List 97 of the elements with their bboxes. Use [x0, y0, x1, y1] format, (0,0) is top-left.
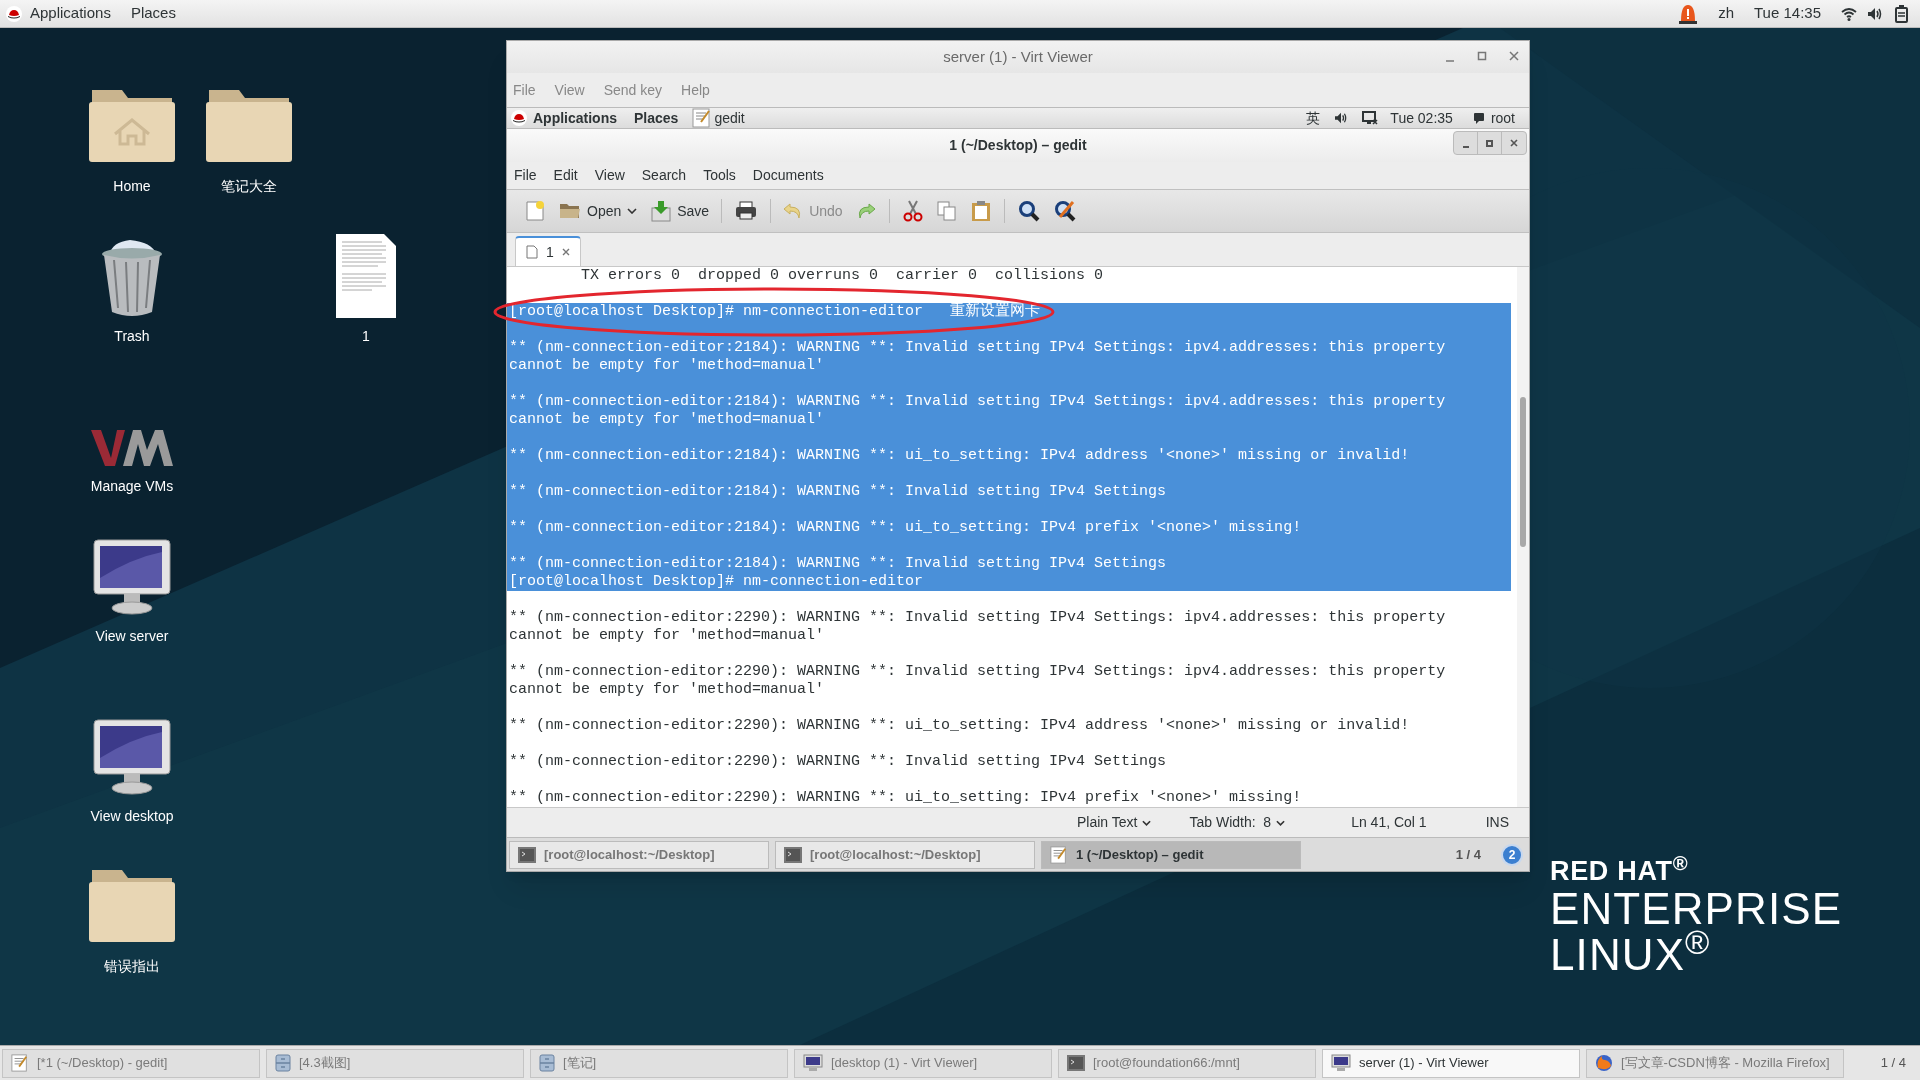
text-line: ** (nm-connection-editor:2290): WARNING **: Invalid setting IPv4 Settings [508, 753, 1167, 771]
monitor-icon [1331, 1054, 1351, 1072]
text-line: ** (nm-connection-editor:2184): WARNING **: ui_to_setting: IPv4 address '<none>' missing or invalid! [508, 447, 1410, 465]
menu-item[interactable]: View [594, 165, 625, 186]
caret-icon [1276, 819, 1286, 826]
insert-mode: INS [1485, 813, 1509, 832]
text-line: [root@localhost Desktop]# nm-connection-editor [508, 573, 924, 591]
window-title: 1 (~/Desktop) – gedit [949, 136, 1087, 155]
clock[interactable]: Tue 14:35 [1754, 2, 1821, 25]
workspace-pager[interactable]: 1 / 4 [1880, 1053, 1906, 1073]
save-icon [651, 200, 672, 222]
places-menu[interactable]: Places [130, 2, 176, 25]
close-icon[interactable] [1509, 49, 1519, 63]
taskbar-button[interactable]: [root@localhost:~/Desktop] [775, 840, 1035, 869]
monitor-icon [92, 538, 172, 618]
brand-text: RED HAT$^{®}$ [1550, 858, 1690, 885]
monitor-icon [92, 718, 172, 798]
print-icon[interactable] [735, 201, 758, 221]
menu-item[interactable]: File [514, 165, 537, 186]
text-line: ** (nm-connection-editor:2184): WARNING **: Invalid setting IPv4 Settings [508, 555, 1167, 573]
text-line: ** (nm-connection-editor:2290): WARNING **: ui_to_setting: IPv4 prefix '<none>' missing! [508, 789, 1302, 807]
tab-width-selector[interactable]: Tab Width: 8 [1189, 812, 1286, 833]
icon-label[interactable]: Home [113, 176, 151, 197]
hat-logo-icon [511, 110, 527, 126]
save-button[interactable]: Save [647, 195, 714, 227]
language-selector[interactable]: Plain Text [1077, 812, 1152, 833]
text-line: cannot be empty for 'method=manual' [508, 681, 825, 699]
notepad-icon [692, 108, 713, 128]
app-menu[interactable]: gedit [714, 107, 745, 129]
text-line: TX errors 0 dropped 0 overruns 0 carrier 0 collisions 0 [580, 267, 1104, 285]
text-line: ** (nm-connection-editor:2290): WARNING **: Invalid setting IPv4 Settings: ipv4.addresses: this property [508, 663, 1446, 681]
menu-item[interactable]: Search [641, 165, 687, 186]
terminal-icon [518, 846, 536, 863]
taskbar-button[interactable]: 1 (~/Desktop) – gedit [1041, 840, 1301, 869]
network-icon[interactable] [1362, 111, 1379, 125]
text-line: ** (nm-connection-editor:2290): WARNING **: ui_to_setting: IPv4 address '<none>' missing or invalid! [508, 717, 1410, 735]
dropdown-caret-icon[interactable] [627, 208, 638, 214]
text-line: ** (nm-connection-editor:2290): WARNING **: Invalid setting IPv4 Settings: ipv4.addresses: this property [508, 609, 1446, 627]
icon-label[interactable]: View server [95, 626, 169, 647]
text-line: ** (nm-connection-editor:2184): WARNING **: Invalid setting IPv4 Settings: ipv4.addresses: this property [508, 339, 1446, 357]
notepad-icon [1050, 845, 1068, 864]
taskbar-button[interactable]: [root@localhost:~/Desktop] [509, 840, 769, 869]
user-menu[interactable]: root [1490, 107, 1515, 129]
notepad-icon [11, 1054, 29, 1072]
text-line: cannot be empty for 'method=manual' [508, 627, 825, 645]
maximize-icon[interactable] [1477, 49, 1487, 63]
applications-menu[interactable]: Applications [30, 2, 111, 25]
input-method-indicator[interactable]: zh [1718, 2, 1734, 25]
window-title: server (1) - Virt Viewer [943, 46, 1093, 67]
workspace-pager[interactable]: 1 / 4 [1455, 844, 1481, 865]
hat-logo-icon [6, 5, 22, 22]
cursor-position: Ln 41, Col 1 [1351, 813, 1427, 832]
volume-icon[interactable] [1867, 6, 1883, 21]
wifi-icon[interactable] [1841, 6, 1857, 21]
monitor-icon [803, 1054, 823, 1072]
alert-light-icon[interactable] [1678, 2, 1699, 25]
open-button[interactable]: Open [555, 195, 626, 227]
trash-can-icon [100, 238, 164, 318]
text-line: ** (nm-connection-editor:2184): WARNING **: Invalid setting IPv4 Settings [508, 483, 1167, 501]
terminal-icon [784, 846, 802, 863]
text-line: cannot be empty for 'method=manual' [508, 357, 825, 375]
applications-menu[interactable]: Applications [533, 107, 617, 129]
scrollbar[interactable] [1517, 267, 1529, 807]
document-tab[interactable]: 1 [515, 236, 581, 266]
close-icon [1510, 139, 1518, 147]
browser-icon [1595, 1054, 1613, 1072]
taskbar-button[interactable]: server (1) - Virt Viewer [1322, 1048, 1580, 1078]
terminal-icon [1067, 1055, 1085, 1071]
cabinet-icon [539, 1054, 555, 1072]
caret-icon [1142, 819, 1152, 826]
close-icon[interactable] [561, 248, 570, 256]
tab-label: 1 [546, 242, 554, 262]
text-document-icon [336, 234, 396, 318]
icon-label[interactable]: Trash [114, 326, 150, 347]
icon-label[interactable]: 1 [362, 326, 370, 347]
menu-item[interactable]: Tools [703, 165, 736, 186]
text-line: ** (nm-connection-editor:2184): WARNING **: ui_to_setting: IPv4 prefix '<none>' missing! [508, 519, 1302, 537]
icon-label[interactable]: Manage VMs [90, 476, 174, 497]
notification-badge[interactable]: 2 [1501, 843, 1523, 866]
icon-label[interactable]: 错误指出 [104, 956, 160, 977]
text-line: ** (nm-connection-editor:2184): WARNING **: Invalid setting IPv4 Settings: ipv4.addresses: this property [508, 393, 1446, 411]
document-icon [526, 245, 538, 259]
folder-icon [559, 201, 581, 221]
text-line: cannot be empty for 'method=manual' [508, 411, 825, 429]
icon-label[interactable]: 笔记大全 [221, 176, 277, 197]
menu-item[interactable]: Edit [553, 165, 578, 186]
cabinet-icon [275, 1054, 291, 1072]
clock[interactable]: Tue 02:35 [1390, 107, 1453, 129]
input-method-indicator[interactable]: 英 [1306, 107, 1321, 129]
vm-logo-icon [91, 428, 173, 468]
battery-icon[interactable] [1895, 4, 1908, 23]
menu-item[interactable]: Documents [752, 165, 824, 186]
icon-label[interactable]: View desktop [90, 806, 174, 827]
text-line: [root@localhost Desktop]# nm-connection-editor 重新设置网卡 [508, 303, 1041, 321]
volume-icon[interactable] [1334, 112, 1349, 124]
places-menu[interactable]: Places [634, 107, 679, 129]
brand-text: ENTERPRISE [1550, 887, 1843, 931]
